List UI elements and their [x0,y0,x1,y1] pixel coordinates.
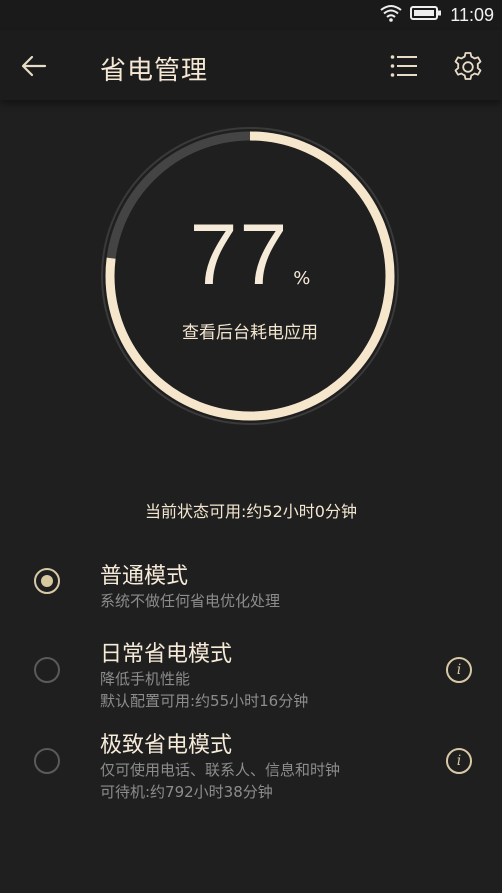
status-bar: 11:09 [0,0,502,30]
mode-daily-saving-time: 默认配置可用:约55小时16分钟 [100,692,309,710]
settings-button[interactable] [448,46,488,86]
battery-percent-sign: % [293,268,311,289]
app-bar: 省电管理 [0,30,502,100]
view-background-apps-link[interactable]: 查看后台耗电应用 [100,318,400,343]
mode-extreme-saving-title: 极致省电模式 [100,733,233,758]
current-status-text: 当前状态可用:约52小时0分钟 [145,502,357,521]
mode-daily-saving-radio[interactable] [34,657,60,683]
status-icons: 11:09 [380,4,494,26]
gear-icon [454,52,482,80]
mode-daily-saving-info-icon[interactable]: i [446,657,472,683]
mode-extreme-saving-time: 可待机:约792小时38分钟 [100,783,273,801]
mode-extreme-saving-info-icon[interactable]: i [446,748,472,774]
list-button[interactable] [384,48,424,84]
battery-gauge[interactable]: 77% 查看后台耗电应用 [100,126,400,426]
wifi-icon [380,4,402,26]
mode-normal-desc: 系统不做任何省电优化处理 [100,592,281,610]
list-icon [390,55,417,77]
back-button[interactable] [14,48,54,84]
battery-icon [410,5,442,25]
mode-daily-saving[interactable]: 日常省电模式 降低手机性能 默认配置可用:约55小时16分钟 i [0,636,502,712]
mode-daily-saving-title: 日常省电模式 [100,642,233,667]
mode-normal-radio[interactable] [34,568,60,594]
page-title: 省电管理 [100,56,209,86]
mode-daily-saving-desc: 降低手机性能 [100,670,191,688]
mode-extreme-saving-desc: 仅可使用电话、联系人、信息和时钟 [100,761,341,779]
mode-normal-title: 普通模式 [100,564,189,589]
mode-extreme-saving-radio[interactable] [34,748,60,774]
mode-normal[interactable]: 普通模式 系统不做任何省电优化处理 [0,558,502,618]
back-arrow-icon [21,55,47,77]
mode-extreme-saving[interactable]: 极致省电模式 仅可使用电话、联系人、信息和时钟 可待机:约792小时38分钟 i [0,727,502,803]
battery-percent-value: 77 [189,207,290,303]
status-time: 11:09 [450,4,494,25]
battery-percent: 77% [100,206,400,305]
